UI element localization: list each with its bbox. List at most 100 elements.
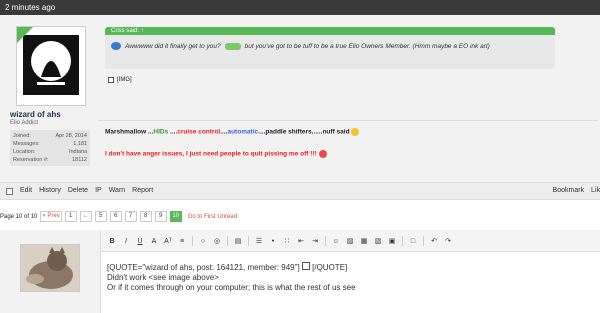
wobble-smiley-icon (224, 42, 241, 50)
list-icon[interactable]: ☰ (255, 237, 263, 245)
quote-close-tag: [/QUOTE] (312, 263, 348, 272)
redo-icon[interactable]: ↷ (444, 237, 452, 245)
bullet-list-icon[interactable]: • (269, 238, 277, 245)
cat-avatar-image (21, 245, 79, 291)
edit-link[interactable]: Edit (20, 183, 32, 199)
avatar[interactable] (16, 26, 86, 106)
stat-row-location: Location: Indiana (13, 148, 87, 156)
font-size-button[interactable]: Aᵀ (164, 238, 172, 245)
stat-label: Joined: (13, 133, 31, 139)
page-link-8[interactable]: 8 (139, 211, 152, 222)
media-icon[interactable]: ▦ (360, 237, 368, 245)
broken-image-icon (301, 262, 310, 270)
save-draft-icon[interactable]: □ (409, 238, 417, 245)
sig-lead: Marshmallow ... (105, 128, 154, 136)
reply-editor[interactable]: B I U A Aᵀ ≡ ○ ◎ ▤ ☰ • ∷ ⇤ ⇥ ☺ ▨ ▦ ▧ ▣ □ (100, 231, 600, 313)
smilie-icon[interactable]: ☺ (332, 238, 340, 245)
page-label: Page 10 of 10 (0, 213, 38, 220)
page-link-5[interactable]: 5 (94, 211, 107, 222)
editor-line-2: Didn't work <see image above> (107, 273, 219, 282)
italic-button[interactable]: I (122, 238, 130, 245)
quote-icon[interactable]: ▣ (388, 237, 396, 245)
timestamp: 2 minutes ago (5, 3, 56, 12)
editor-text[interactable]: [QUOTE="wizard of ahs, post: 164121, mem… (101, 252, 600, 293)
smile-emoji-icon (351, 128, 360, 136)
toolbar-divider (227, 236, 228, 246)
ip-link[interactable]: IP (95, 183, 102, 199)
reply-avatar[interactable] (20, 244, 80, 292)
post-actions-left: Edit History Delete IP Warn Report (6, 183, 153, 199)
sig-rest: ....paddle shifters......nuff said (258, 128, 350, 136)
stat-label: Messages: (13, 141, 40, 147)
quote-text-b: but you've got to be tuff to be a true E… (244, 42, 490, 50)
post-actions-bar: Edit History Delete IP Warn Report Bookm… (0, 182, 600, 200)
user-title: Elio Addict (10, 120, 39, 126)
image-placeholder: [IMG] (108, 77, 132, 83)
indent-icon[interactable]: ⇥ (311, 237, 319, 245)
toolbar-divider (423, 236, 424, 246)
user-stats: Joined: Apr 28, 2014 Messages: 1,181 Locat… (10, 130, 90, 166)
signature-divider (98, 120, 598, 121)
quote-text-a: Awwwww did it finally get to you? (125, 42, 221, 50)
prev-page-button[interactable]: « Prev (40, 211, 62, 222)
username[interactable]: wizard of ahs (10, 110, 90, 119)
sig-cruise: cruise control (177, 128, 221, 136)
toolbar-divider (248, 236, 249, 246)
stat-label: Location: (13, 149, 36, 155)
code-icon[interactable]: ▧ (374, 237, 382, 245)
sig-line2: I don't have anger issues, I just need p… (105, 150, 317, 158)
page-jump-button[interactable]: ← (79, 211, 92, 222)
warn-link[interactable]: Warn (109, 183, 125, 199)
sig-hids: HIDs (153, 128, 169, 136)
page-link-current[interactable]: 10 (169, 211, 182, 222)
delete-link[interactable]: Delete (68, 183, 88, 199)
stat-value: Apr 28, 2014 (55, 133, 88, 139)
align-icon[interactable]: ▤ (234, 237, 242, 245)
stat-value: 18112 (72, 157, 87, 163)
first-unread-link[interactable]: Go to First Unread (188, 214, 237, 220)
editor-toolbar: B I U A Aᵀ ≡ ○ ◎ ▤ ☰ • ∷ ⇤ ⇥ ☺ ▨ ▦ ▧ ▣ □ (101, 231, 600, 252)
select-post-checkbox[interactable] (6, 187, 13, 195)
timestamp-bar: 2 minutes ago (0, 0, 600, 15)
toolbar-divider (325, 236, 326, 246)
link-icon[interactable]: ○ (199, 238, 207, 245)
signature-line-2: I don't have anger issues, I just need p… (105, 150, 327, 158)
stat-row-messages: Messages: 1,181 (13, 140, 87, 148)
undo-icon[interactable]: ↶ (430, 237, 438, 245)
report-link[interactable]: Report (132, 183, 153, 199)
stat-row-reservation: Reservation #: 18112 (13, 156, 87, 164)
stat-value[interactable]: Indiana (69, 148, 87, 156)
text-color-button[interactable]: A (150, 238, 158, 245)
bold-button[interactable]: B (108, 238, 116, 245)
page-link-9[interactable]: 9 (154, 211, 167, 222)
unlink-icon[interactable]: ◎ (213, 237, 221, 245)
broken-image-icon (108, 77, 114, 83)
quote-header[interactable]: Criss said: ↑ (105, 27, 555, 35)
page-link-6[interactable]: 6 (109, 211, 122, 222)
stat-value[interactable]: 1,181 (73, 140, 87, 148)
page-link-1[interactable]: 1 (64, 211, 77, 222)
quote-block: Criss said: ↑ Awwwww did it finally get … (105, 27, 555, 69)
outdent-icon[interactable]: ⇤ (297, 237, 305, 245)
like-link[interactable]: Lik (591, 183, 600, 199)
quote-open-tag: [QUOTE="wizard of ahs, post: 164121, mem… (107, 263, 300, 272)
user-info: wizard of ahs Elio Addict Joined: Apr 28,… (10, 110, 90, 166)
bird-smiley-icon (111, 42, 121, 50)
angry-emoji-icon (318, 150, 327, 158)
image-icon[interactable]: ▨ (346, 237, 354, 245)
font-family-button[interactable]: ≡ (178, 238, 186, 245)
numbered-list-icon[interactable]: ∷ (283, 237, 291, 245)
signature-line-1: Marshmallow ...HIDs ....cruise control..… (105, 128, 360, 136)
sig-automatic: automatic (227, 128, 259, 136)
underline-button[interactable]: U (136, 238, 144, 245)
editor-line-1: [QUOTE="wizard of ahs, post: 164121, mem… (107, 262, 595, 273)
quote-body: Awwwww did it finally get to you? but yo… (111, 42, 551, 50)
pow-mia-flag-avatar (17, 27, 85, 105)
stat-row-joined: Joined: Apr 28, 2014 (13, 132, 87, 140)
editor-line-3: Or if it comes through on your computer;… (107, 283, 356, 292)
page-link-7[interactable]: 7 (124, 211, 137, 222)
quick-reply: B I U A Aᵀ ≡ ○ ◎ ▤ ☰ • ∷ ⇤ ⇥ ☺ ▨ ▦ ▧ ▣ □ (0, 230, 600, 313)
post-user-sidebar: wizard of ahs Elio Addict Joined: Apr 28,… (5, 22, 90, 166)
history-link[interactable]: History (39, 183, 61, 199)
bookmark-link[interactable]: Bookmark (553, 183, 585, 199)
